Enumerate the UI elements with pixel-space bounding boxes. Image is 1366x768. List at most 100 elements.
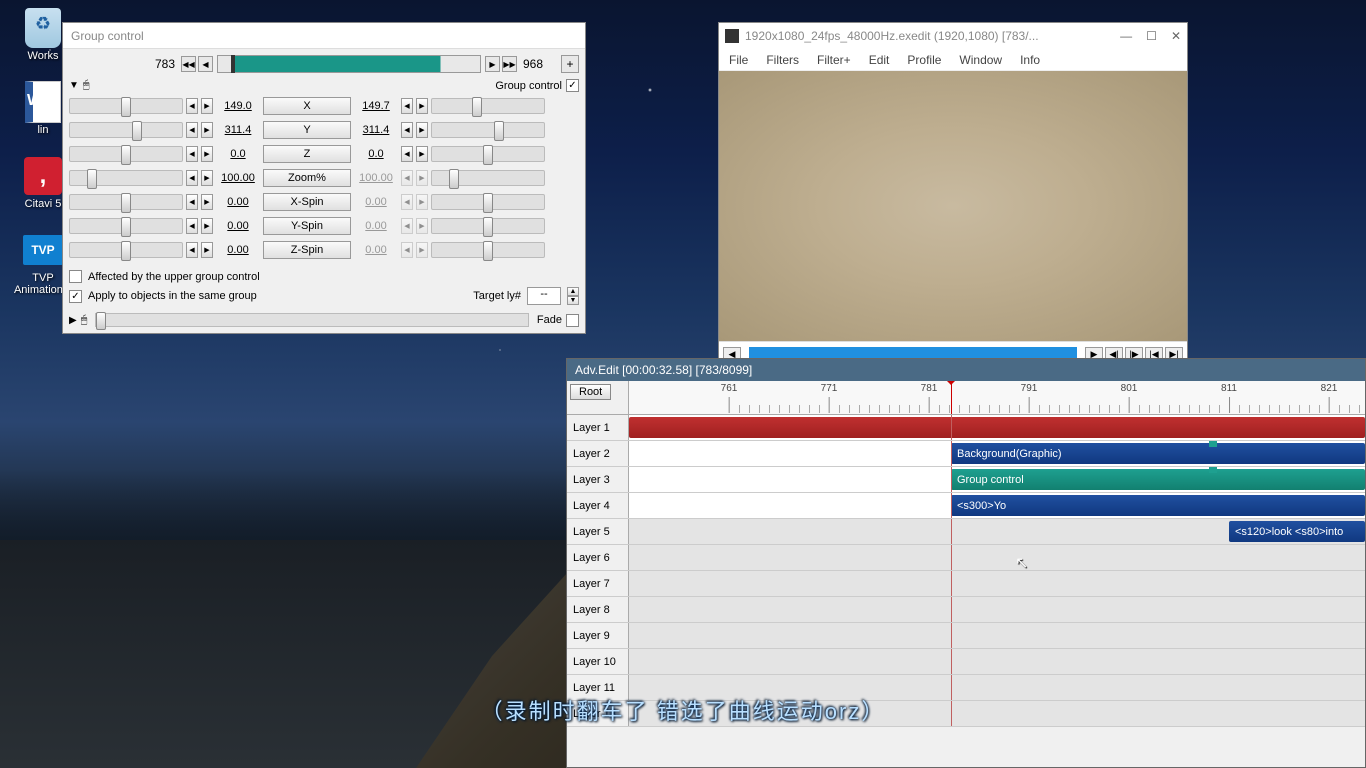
maximize-button[interactable]: ☐ (1146, 29, 1157, 43)
layer-name[interactable]: Layer 6 (567, 545, 629, 570)
layer-name[interactable]: Layer 9 (567, 623, 629, 648)
param-name-button[interactable]: Y (263, 121, 351, 139)
param-name-button[interactable]: Y-Spin (263, 217, 351, 235)
param-left-slider[interactable] (69, 146, 183, 162)
add-button[interactable]: + (561, 55, 579, 73)
root-button[interactable]: Root (570, 384, 611, 400)
param-left-inc[interactable]: ▶ (201, 218, 213, 234)
menu-filters[interactable]: Filters (766, 53, 799, 67)
frame-slider[interactable] (217, 55, 481, 73)
param-right-value[interactable]: 311.4 (354, 124, 398, 136)
param-right-dec[interactable]: ◀ (401, 242, 413, 258)
menu-filter+[interactable]: Filter+ (817, 53, 851, 67)
layer-track[interactable] (629, 415, 1365, 440)
layer-name[interactable]: Layer 10 (567, 649, 629, 674)
timeline-clip[interactable] (629, 417, 1365, 438)
param-left-dec[interactable]: ◀ (186, 218, 198, 234)
param-right-inc[interactable]: ▶ (416, 146, 428, 162)
timeline-clip[interactable]: Group control (951, 469, 1365, 490)
footer-expand-icon[interactable]: ▶ (69, 315, 77, 326)
frame-next-button[interactable]: ▶ (485, 56, 500, 72)
layer-track[interactable] (629, 649, 1365, 674)
affected-upper-check[interactable] (69, 270, 82, 283)
param-left-inc[interactable]: ▶ (201, 122, 213, 138)
param-left-value[interactable]: 100.00 (216, 172, 260, 184)
layer-name[interactable]: Layer 1 (567, 415, 629, 440)
timeline-ruler[interactable]: 761771781791801811821 (629, 381, 1365, 414)
param-right-slider[interactable] (431, 146, 545, 162)
param-right-inc[interactable]: ▶ (416, 218, 428, 234)
param-left-inc[interactable]: ▶ (201, 194, 213, 210)
menu-profile[interactable]: Profile (907, 53, 941, 67)
minimize-button[interactable]: — (1120, 29, 1132, 43)
fade-check[interactable] (566, 314, 579, 327)
param-right-slider[interactable] (431, 122, 545, 138)
timeline-title[interactable]: Adv.Edit [00:00:32.58] [783/8099] (567, 359, 1365, 381)
param-right-inc[interactable]: ▶ (416, 170, 428, 186)
timeline-playhead[interactable] (951, 381, 952, 414)
param-left-dec[interactable]: ◀ (186, 170, 198, 186)
param-right-slider[interactable] (431, 242, 545, 258)
param-right-inc[interactable]: ▶ (416, 194, 428, 210)
param-right-dec[interactable]: ◀ (401, 170, 413, 186)
param-left-slider[interactable] (69, 122, 183, 138)
layer-name[interactable]: Layer 3 (567, 467, 629, 492)
frame-current[interactable]: 783 (69, 57, 179, 71)
menu-info[interactable]: Info (1020, 53, 1040, 67)
param-left-dec[interactable]: ◀ (186, 194, 198, 210)
fade-slider[interactable] (95, 313, 529, 327)
param-left-dec[interactable]: ◀ (186, 98, 198, 114)
layer-name[interactable]: Layer 4 (567, 493, 629, 518)
close-button[interactable]: ✕ (1171, 29, 1181, 43)
layer-name[interactable]: Layer 8 (567, 597, 629, 622)
param-left-slider[interactable] (69, 218, 183, 234)
param-name-button[interactable]: X (263, 97, 351, 115)
param-left-value[interactable]: 0.00 (216, 196, 260, 208)
param-right-dec[interactable]: ◀ (401, 194, 413, 210)
layer-track[interactable]: m (629, 545, 1365, 570)
group-control-enable-check[interactable]: ✓ (566, 79, 579, 92)
param-left-value[interactable]: 0.0 (216, 148, 260, 160)
param-left-inc[interactable]: ▶ (201, 170, 213, 186)
apply-same-group-check[interactable]: ✓ (69, 290, 82, 303)
param-left-slider[interactable] (69, 170, 183, 186)
param-right-inc[interactable]: ▶ (416, 242, 428, 258)
param-right-dec[interactable]: ◀ (401, 122, 413, 138)
layer-track[interactable] (629, 623, 1365, 648)
param-right-dec[interactable]: ◀ (401, 98, 413, 114)
param-right-dec[interactable]: ◀ (401, 218, 413, 234)
preview-canvas[interactable] (719, 71, 1187, 341)
param-left-slider[interactable] (69, 242, 183, 258)
layer-name[interactable]: Layer 5 (567, 519, 629, 544)
param-left-inc[interactable]: ▶ (201, 98, 213, 114)
param-right-slider[interactable] (431, 98, 545, 114)
param-right-inc[interactable]: ▶ (416, 122, 428, 138)
param-left-slider[interactable] (69, 194, 183, 210)
timeline-clip[interactable]: <s300>Yo (951, 495, 1365, 516)
layer-track[interactable]: Group control (629, 467, 1365, 492)
param-left-dec[interactable]: ◀ (186, 146, 198, 162)
param-right-value[interactable]: 0.00 (354, 220, 398, 232)
layer-track[interactable]: <s300>Yo (629, 493, 1365, 518)
param-left-inc[interactable]: ▶ (201, 146, 213, 162)
layer-track[interactable]: <s120>look <s80>into (629, 519, 1365, 544)
menu-file[interactable]: File (729, 53, 748, 67)
frame-last-button[interactable]: ▶▶ (502, 56, 517, 72)
frame-prev-button[interactable]: ◀ (198, 56, 213, 72)
layer-track[interactable] (629, 597, 1365, 622)
param-left-value[interactable]: 311.4 (216, 124, 260, 136)
layer-track[interactable]: Background(Graphic) (629, 441, 1365, 466)
param-name-button[interactable]: Z (263, 145, 351, 163)
param-right-slider[interactable] (431, 218, 545, 234)
layer-name[interactable]: Layer 2 (567, 441, 629, 466)
param-right-inc[interactable]: ▶ (416, 98, 428, 114)
frame-first-button[interactable]: ◀◀ (181, 56, 196, 72)
param-right-slider[interactable] (431, 194, 545, 210)
param-left-dec[interactable]: ◀ (186, 122, 198, 138)
target-up[interactable]: ▲ (567, 287, 579, 296)
layer-track[interactable] (629, 571, 1365, 596)
param-left-dec[interactable]: ◀ (186, 242, 198, 258)
param-left-value[interactable]: 0.00 (216, 244, 260, 256)
param-right-dec[interactable]: ◀ (401, 146, 413, 162)
layer-name[interactable]: Layer 7 (567, 571, 629, 596)
